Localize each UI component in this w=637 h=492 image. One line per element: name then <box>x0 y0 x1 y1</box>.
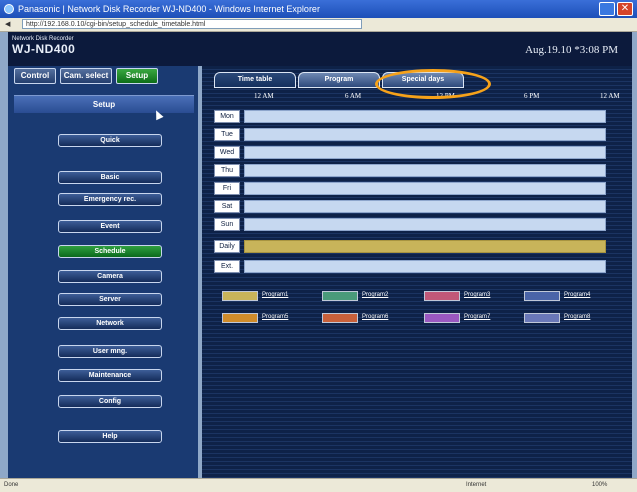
schedule-button[interactable]: Schedule <box>58 245 162 258</box>
internet-zone: Internet <box>466 482 487 488</box>
zoom-level[interactable]: 100% <box>592 479 607 492</box>
help-button[interactable]: Help <box>58 430 162 443</box>
time-tick-0: 12 AM <box>254 92 274 100</box>
day-label-sun: Sun <box>214 218 240 231</box>
close-button[interactable]: ✕ <box>617 2 633 16</box>
timetable-row-ext[interactable] <box>244 260 606 273</box>
day-label-ext: Ext. <box>214 260 240 273</box>
window-title: Panasonic | Network Disk Recorder WJ-ND4… <box>18 4 320 14</box>
app-header: Network Disk Recorder WJ-ND400 Aug.19.10… <box>8 32 632 66</box>
timetable-row-mon[interactable] <box>244 110 606 123</box>
day-label-mon: Mon <box>214 110 240 123</box>
program5-link[interactable]: Program5 <box>262 314 288 320</box>
tab-program[interactable]: Program <box>298 72 380 88</box>
program6-link[interactable]: Program6 <box>362 314 388 320</box>
program1-swatch <box>222 291 258 301</box>
timetable-row-tue[interactable] <box>244 128 606 141</box>
day-label-sat: Sat <box>214 200 240 213</box>
time-tick-1: 6 AM <box>345 92 362 100</box>
timetable-row-wed[interactable] <box>244 146 606 159</box>
program8-link[interactable]: Program8 <box>564 314 590 320</box>
timetable-row-fri[interactable] <box>244 182 606 195</box>
address-bar: ◀ http://192.168.0.10/cgi-bin/setup_sche… <box>0 18 637 32</box>
day-label-tue: Tue <box>214 128 240 141</box>
day-label-thu: Thu <box>214 164 240 177</box>
basic-button[interactable]: Basic <box>58 171 162 184</box>
timetable-row-thu[interactable] <box>244 164 606 177</box>
network-button[interactable]: Network <box>58 317 162 330</box>
day-label-wed: Wed <box>214 146 240 159</box>
address-input[interactable]: http://192.168.0.10/cgi-bin/setup_schedu… <box>22 19 362 29</box>
program4-link[interactable]: Program4 <box>564 292 590 298</box>
tab-time-table[interactable]: Time table <box>214 72 296 88</box>
tab-control[interactable]: Control <box>14 68 56 84</box>
timetable-row-sun[interactable] <box>244 218 606 231</box>
config-button[interactable]: Config <box>58 395 162 408</box>
tab-cam-select[interactable]: Cam. select <box>60 68 112 84</box>
right-panel: Time table Program Special days 12 AM 6 … <box>202 66 632 478</box>
program7-swatch <box>424 313 460 323</box>
event-button[interactable]: Event <box>58 220 162 233</box>
user-mng-button[interactable]: User mng. <box>58 345 162 358</box>
maintenance-button[interactable]: Maintenance <box>58 369 162 382</box>
program3-link[interactable]: Program3 <box>464 292 490 298</box>
program1-link[interactable]: Program1 <box>262 292 288 298</box>
program8-swatch <box>524 313 560 323</box>
timetable-row-daily[interactable] <box>244 240 606 253</box>
program6-swatch <box>322 313 358 323</box>
highlight-ring <box>375 69 491 99</box>
camera-button[interactable]: Camera <box>58 270 162 283</box>
time-tick-3: 6 PM <box>524 92 540 100</box>
program5-swatch <box>222 313 258 323</box>
setup-title: Setup <box>14 95 194 113</box>
status-text: Done <box>4 482 19 488</box>
day-label-daily: Daily <box>214 240 240 253</box>
status-bar: Done Internet 100% <box>0 478 637 492</box>
emergency-rec-button[interactable]: Emergency rec. <box>58 193 162 206</box>
time-tick-4: 12 AM <box>600 92 620 100</box>
program4-swatch <box>524 291 560 301</box>
program2-swatch <box>322 291 358 301</box>
program2-link[interactable]: Program2 <box>362 292 388 298</box>
day-label-fri: Fri <box>214 182 240 195</box>
tab-setup[interactable]: Setup <box>116 68 158 84</box>
program7-link[interactable]: Program7 <box>464 314 490 320</box>
window-title-bar: Panasonic | Network Disk Recorder WJ-ND4… <box>0 0 637 18</box>
quick-button[interactable]: Quick <box>58 134 162 147</box>
program3-swatch <box>424 291 460 301</box>
ie-icon <box>4 4 14 14</box>
left-panel: Control Cam. select Setup Setup Quick Ba… <box>8 66 198 478</box>
datetime-display: Aug.19.10 *3:08 PM <box>525 44 618 56</box>
brand-model: WJ-ND400 <box>12 42 76 56</box>
back-icon[interactable]: ◀ <box>5 18 10 31</box>
maximize-button[interactable] <box>599 2 615 16</box>
timetable-row-sat[interactable] <box>244 200 606 213</box>
server-button[interactable]: Server <box>58 293 162 306</box>
